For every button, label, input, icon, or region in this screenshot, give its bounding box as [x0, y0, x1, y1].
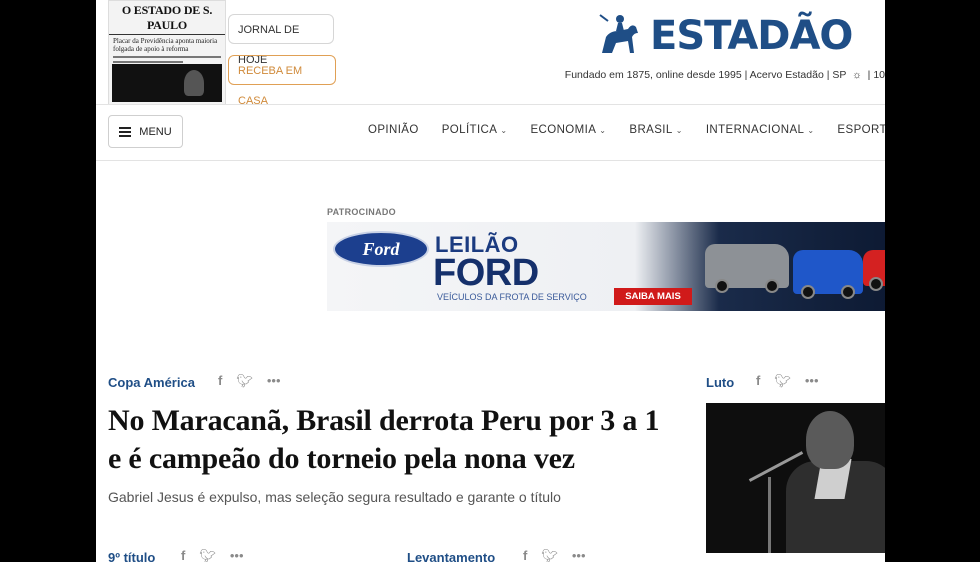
edition-title: O ESTADO DE S. PAULO: [109, 1, 225, 35]
ad-subtitle: VEÍCULOS DA FROTA DE SERVIÇO: [437, 292, 587, 302]
facebook-icon[interactable]: f: [756, 373, 760, 388]
chevron-down-icon: ⌄: [675, 126, 683, 135]
facebook-icon[interactable]: f: [218, 373, 222, 388]
main-story-share: f 🐦︎ •••: [218, 373, 295, 389]
temperature: 10: [873, 69, 885, 81]
more-icon[interactable]: •••: [267, 373, 281, 388]
page: O ESTADO DE S. PAULO Placar da Previdênc…: [96, 0, 885, 562]
twitter-icon[interactable]: 🐦︎: [541, 548, 558, 562]
facebook-icon[interactable]: f: [181, 548, 185, 562]
car-image: [705, 244, 789, 293]
twitter-icon[interactable]: 🐦︎: [236, 373, 253, 389]
bottom-left-share: f 🐦︎ •••: [181, 548, 258, 562]
ad-title-main: FORD: [433, 252, 539, 294]
nav-divider: [96, 160, 885, 161]
side-story-share: f 🐦︎ •••: [756, 373, 833, 389]
nav-item-brasil[interactable]: BRASIL ⌄: [629, 124, 682, 136]
main-story-kicker[interactable]: Copa América: [108, 375, 195, 390]
header-divider: [96, 104, 885, 105]
car-image: [793, 250, 863, 299]
facebook-icon[interactable]: f: [523, 548, 527, 562]
tagline-separator: |: [867, 69, 871, 81]
edition-headline: Placar da Previdência aponta maioria fol…: [113, 37, 218, 53]
edition-divider: [113, 56, 221, 58]
ad-cta-button[interactable]: SAIBA MAIS: [614, 288, 692, 305]
chevron-down-icon: ⌄: [500, 126, 508, 135]
chevron-down-icon: ⌄: [599, 126, 607, 135]
bottom-right-kicker[interactable]: Levantamento: [407, 550, 495, 562]
receba-em-casa-button[interactable]: RECEBA EM CASA: [228, 55, 336, 107]
main-nav: OPINIÃO POLÍTICA ⌄ ECONOMIA ⌄ BRASIL ⌄ INTE…: [368, 124, 885, 136]
more-icon[interactable]: •••: [572, 548, 586, 562]
nav-item-opiniao[interactable]: OPINIÃO: [368, 124, 419, 136]
bottom-left-kicker[interactable]: 9º título: [108, 550, 155, 562]
side-story-kicker[interactable]: Luto: [706, 375, 734, 390]
weather-icon: ☼: [852, 69, 862, 81]
masthead-tagline: Fundado em 1875, online desde 1995 | Ace…: [565, 69, 885, 81]
more-icon[interactable]: •••: [805, 373, 819, 388]
nav-item-internacional[interactable]: INTERNACIONAL ⌄: [706, 124, 815, 136]
car-image: [863, 250, 885, 291]
twitter-icon[interactable]: 🐦︎: [774, 373, 791, 389]
nav-item-esportes[interactable]: ESPORTES: [837, 124, 885, 136]
edition-divider: [113, 61, 183, 63]
nav-item-politica[interactable]: POLÍTICA ⌄: [442, 124, 508, 136]
tagline-text: Fundado em 1875, online desde 1995 | Ace…: [564, 69, 847, 81]
menu-button[interactable]: MENU: [108, 115, 183, 148]
twitter-icon[interactable]: 🐦︎: [199, 548, 216, 562]
main-summary[interactable]: Gabriel Jesus é expulso, mas seleção seg…: [108, 489, 561, 505]
edition-photo: [112, 64, 222, 102]
menu-label: MENU: [139, 125, 172, 138]
horse-rider-icon: [599, 14, 638, 53]
side-story-photo[interactable]: [706, 403, 885, 553]
chevron-down-icon: ⌄: [807, 126, 815, 135]
todays-edition-thumbnail[interactable]: O ESTADO DE S. PAULO Placar da Previdênc…: [108, 0, 226, 105]
estadao-logo[interactable]: ESTADÃO: [592, 10, 853, 62]
jornal-de-hoje-button[interactable]: JORNAL DE HOJE: [228, 14, 334, 66]
hamburger-icon: [119, 126, 132, 137]
nav-item-economia[interactable]: ECONOMIA ⌄: [530, 124, 606, 136]
bottom-right-share: f 🐦︎ •••: [523, 548, 600, 562]
logo-wordmark: ESTADÃO: [650, 13, 853, 59]
sponsored-label: PATROCINADO: [327, 207, 396, 217]
ford-ad-banner[interactable]: Ford LEILÃO FORD VEÍCULOS DA FROTA DE SE…: [327, 222, 885, 311]
ford-logo: Ford: [333, 231, 429, 267]
more-icon[interactable]: •••: [230, 548, 244, 562]
main-headline[interactable]: No Maracanã, Brasil derrota Peru por 3 a…: [108, 402, 678, 478]
